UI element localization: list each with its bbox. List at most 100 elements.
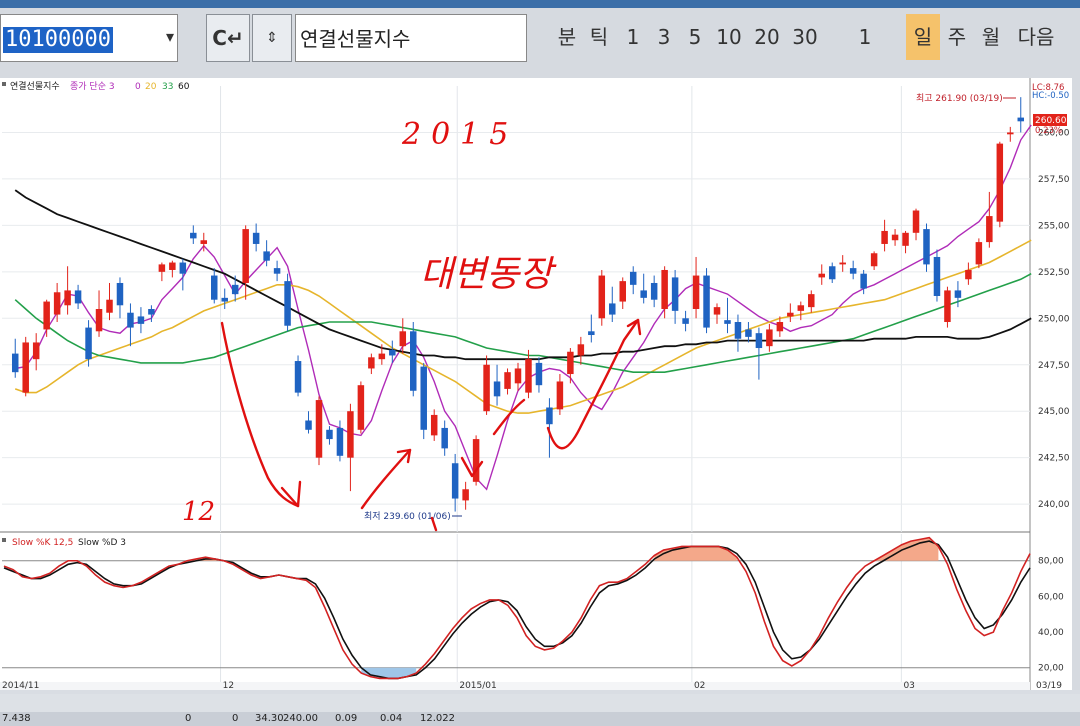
- x-tick-label: 02: [694, 681, 705, 690]
- x-tick-label: 03: [903, 681, 914, 690]
- candle-body: [43, 301, 50, 330]
- x-tick-label: 03/19: [1036, 681, 1062, 690]
- candle-body: [891, 234, 899, 241]
- candle-body: [231, 284, 239, 295]
- candle-body: [787, 312, 794, 317]
- period-button[interactable]: 20: [750, 14, 784, 60]
- period-button[interactable]: 3: [647, 14, 681, 60]
- candle-body: [629, 271, 637, 285]
- timeframe-button[interactable]: 일: [906, 14, 940, 60]
- candle-body: [902, 232, 909, 246]
- chart-scroll-bar[interactable]: [0, 694, 1080, 712]
- candle-body: [682, 318, 689, 324]
- candle-body: [430, 414, 438, 436]
- chart-area: 240,00 242,50 245,00 247,50 250,00 252,50 255,…: [0, 78, 1080, 691]
- candle-body: [252, 232, 260, 244]
- candle-body: [734, 322, 742, 339]
- count-field[interactable]: 1: [850, 14, 880, 60]
- legend-slow-k: Slow %K 12,5: [12, 538, 73, 548]
- candle-body: [158, 264, 166, 272]
- candle-body: [525, 359, 532, 393]
- candle-body: [200, 240, 208, 244]
- spin-button[interactable]: ⇕: [252, 14, 292, 62]
- x-tick-label: 2014/11: [2, 681, 39, 690]
- candle-body: [703, 275, 710, 328]
- legend-square-icon: [2, 82, 6, 86]
- candle-body: [996, 143, 1004, 222]
- status-value: 7.438: [2, 713, 31, 724]
- legend-ma-period: 60: [178, 82, 190, 92]
- status-value: 240.00: [283, 713, 318, 724]
- candle-body: [305, 420, 312, 430]
- period-button[interactable]: 분: [550, 14, 584, 60]
- candle-body: [567, 351, 574, 375]
- candle-body: [986, 216, 993, 243]
- period-button[interactable]: 10: [712, 14, 746, 60]
- dropdown-arrow-icon[interactable]: ▾: [166, 27, 174, 46]
- candle-body: [556, 381, 564, 410]
- candle-body: [755, 333, 763, 349]
- last-price-label: 260.60: [1035, 116, 1067, 126]
- chart-type-button[interactable]: C↵: [206, 14, 250, 62]
- candle-body: [766, 329, 773, 347]
- legend-ma-period: 33: [162, 82, 173, 92]
- candle-body: [106, 299, 113, 313]
- next-button[interactable]: 다음: [1010, 14, 1062, 60]
- y-tick-label: 255,00: [1038, 221, 1070, 231]
- y-tick-label: 247,50: [1038, 361, 1070, 371]
- candle-body: [849, 268, 857, 274]
- timeframe-button[interactable]: 월: [974, 14, 1008, 60]
- y-tick-label: 250,00: [1038, 314, 1070, 324]
- candle-body: [828, 266, 836, 280]
- candle-body: [211, 275, 218, 300]
- candle-body: [923, 229, 930, 265]
- candle-body: [588, 331, 595, 336]
- candle-body: [399, 331, 407, 347]
- low-annotation: 최저 239.60 (01/06): [364, 511, 451, 522]
- candle-body: [378, 353, 386, 360]
- candle-body: [975, 242, 983, 265]
- code-value[interactable]: 10100000: [3, 27, 113, 53]
- candle-body: [776, 322, 784, 332]
- status-value: 0.09: [335, 713, 358, 724]
- candle-body: [870, 253, 878, 267]
- candle-body: [32, 342, 40, 360]
- x-tick-label: 2015/01: [459, 681, 496, 690]
- legend-slow-d: Slow %D 3: [78, 538, 126, 548]
- candle-body: [1007, 132, 1014, 135]
- candle-body: [483, 364, 490, 412]
- x-axis-band: [0, 682, 1030, 690]
- candle-body: [933, 256, 941, 296]
- timeframe-button[interactable]: 주: [940, 14, 974, 60]
- candle-body: [504, 372, 511, 389]
- candle-body: [74, 290, 82, 304]
- y-tick-label: 242,50: [1038, 454, 1070, 464]
- candle-body: [546, 407, 553, 425]
- osc-y-tick-label: 20,00: [1038, 664, 1064, 674]
- candle-body: [535, 362, 543, 386]
- status-value: 34.30: [255, 713, 284, 724]
- period-button[interactable]: 1: [616, 14, 650, 60]
- period-button[interactable]: 30: [788, 14, 822, 60]
- candle-body: [860, 273, 867, 289]
- status-value: 0: [185, 713, 192, 724]
- chart-svg: 240,00 242,50 245,00 247,50 250,00 252,50 255,…: [0, 78, 1080, 691]
- candle-body: [420, 366, 427, 430]
- candle-body: [965, 269, 972, 280]
- candle-body: [671, 277, 679, 311]
- candle-body: [881, 230, 888, 244]
- y-tick-label: 252,50: [1038, 268, 1070, 278]
- candle-body: [1017, 117, 1025, 122]
- handwritten-note: 대변동장: [420, 254, 557, 295]
- candle-body: [127, 312, 134, 328]
- period-button[interactable]: 5: [678, 14, 712, 60]
- candle-body: [179, 262, 187, 274]
- code-input[interactable]: 10100000 ▾: [0, 14, 178, 62]
- candle-body: [912, 210, 920, 233]
- name-field[interactable]: 연결선물지수: [295, 14, 527, 62]
- candle-body: [263, 251, 270, 261]
- osc-y-tick-label: 40,00: [1038, 628, 1064, 638]
- candle-body: [64, 290, 71, 306]
- candle-body: [745, 329, 752, 337]
- period-button[interactable]: 틱: [582, 14, 616, 60]
